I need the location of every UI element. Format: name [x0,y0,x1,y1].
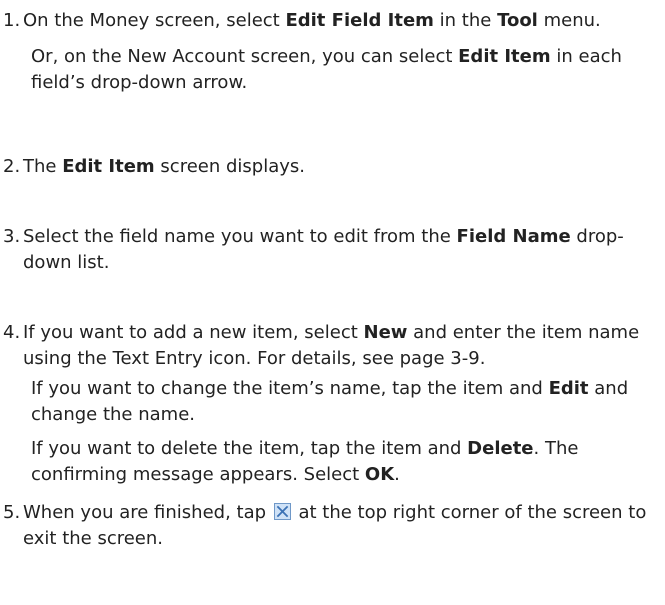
text-run: screen displays. [154,156,305,177]
text-run: Or, on the New Account screen, you can s… [31,46,459,67]
step-note: If you want to delete the item, tap the … [31,436,653,488]
close-icon [273,502,291,520]
step-4: 4. If you want to add a new item, select … [0,320,659,488]
step-2: 2. The Edit Item screen displays. [0,154,659,180]
step-note: If you want to change the item’s name, t… [31,376,653,428]
text-run: If you want to change the item’s name, t… [31,378,549,399]
text-run: If you want to add a new item, select [23,322,364,343]
bold-term: Edit Item [458,46,551,67]
instructions-document: 1. On the Money screen, select Edit Field… [0,0,665,549]
bold-term: New [363,322,408,343]
step-text: The Edit Item screen displays. [23,154,659,180]
bold-term: Delete [467,438,534,459]
bold-term: Edit [548,378,589,399]
step-5: 5. When you are finished, tap at the top … [0,500,659,552]
text-run: The [23,156,63,177]
step-number: 3. [3,226,21,247]
text-run: On the Money screen, select [23,10,286,31]
step-text: When you are finished, tap at the top ri… [23,500,659,552]
text-run: . [394,464,400,485]
step-number: 2. [3,156,21,177]
bold-term: OK [364,464,395,485]
bold-term: Edit Item [62,156,155,177]
text-run: menu. [537,10,601,31]
step-number: 4. [3,322,21,343]
step-number: 1. [3,10,21,31]
bold-term: Field Name [456,226,571,247]
step-3: 3. Select the field name you want to edit… [0,224,659,276]
step-text: Select the field name you want to edit f… [23,224,659,276]
step-number: 5. [3,502,21,523]
step-text: On the Money screen, select Edit Field I… [23,8,659,34]
bold-term: Tool [497,10,538,31]
step-text: If you want to add a new item, select Ne… [23,320,659,372]
text-run: If you want to delete the item, tap the … [31,438,468,459]
bold-term: Edit Field Item [285,10,434,31]
step-1: 1. On the Money screen, select Edit Field… [0,8,659,96]
text-run: When you are finished, tap [23,502,272,523]
text-run: Select the field name you want to edit f… [23,226,457,247]
step-note: Or, on the New Account screen, you can s… [31,44,653,96]
text-run: in the [433,10,498,31]
